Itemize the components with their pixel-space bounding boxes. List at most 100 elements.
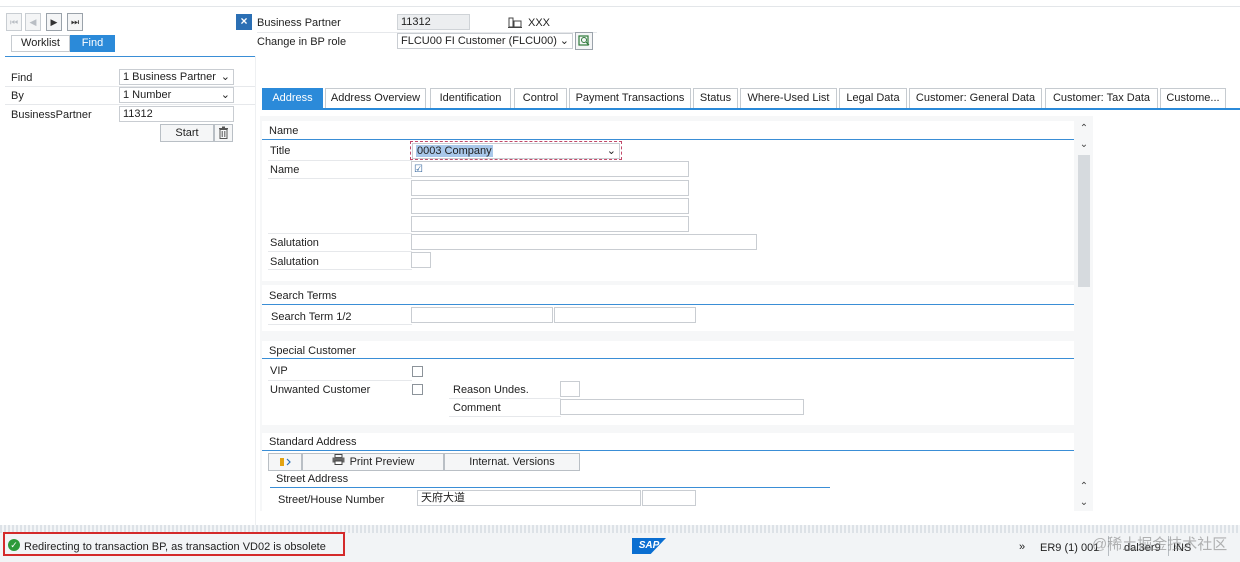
close-icon[interactable]: × — [236, 14, 252, 30]
bp-label: Business Partner — [257, 17, 341, 29]
row-divider — [268, 233, 412, 234]
unwanted-customer-label: Unwanted Customer — [270, 384, 371, 396]
search-terms-line — [262, 304, 1074, 305]
title-select[interactable]: 0003 Company ⌄ — [412, 143, 620, 159]
top-border — [0, 6, 1240, 7]
international-versions-button[interactable]: Internat. Versions — [444, 453, 580, 471]
success-icon: ✓ — [8, 539, 20, 551]
search-terms-title: Search Terms — [269, 290, 337, 302]
salutation2-field[interactable] — [411, 252, 431, 268]
tab-status[interactable]: Status — [693, 88, 738, 108]
tab-customer-general-data[interactable]: Customer: General Data — [909, 88, 1042, 108]
find-select-value: 1 Business Partner — [123, 71, 216, 83]
bp-search-input[interactable]: 11312 — [119, 106, 234, 122]
bp-role-value: FLCU00 FI Customer (FLCU00) ... — [401, 35, 570, 47]
tab-find[interactable]: Find — [70, 35, 115, 52]
name-field-1[interactable]: ☑ — [411, 161, 689, 177]
chevron-down-icon: ⌄ — [220, 89, 230, 101]
row-divider — [5, 104, 255, 105]
special-customer-line — [262, 358, 1074, 359]
chevron-down-icon: ⌄ — [606, 145, 616, 157]
name-field-3[interactable] — [411, 198, 689, 214]
pane-separator — [255, 56, 256, 526]
title-label: Title — [270, 145, 291, 157]
tab-address-overview[interactable]: Address Overview — [325, 88, 426, 108]
tab-customer-more[interactable]: Custome... — [1160, 88, 1226, 108]
row-divider — [268, 178, 412, 179]
trash-icon[interactable] — [214, 124, 233, 142]
tab-payment-transactions[interactable]: Payment Transactions — [569, 88, 691, 108]
tab-where-used-list[interactable]: Where-Used List — [740, 88, 837, 108]
tab-legal-data[interactable]: Legal Data — [839, 88, 907, 108]
scroll-down-small-button[interactable]: ⌄ — [1078, 497, 1090, 509]
street-address-line — [270, 487, 830, 488]
by-label: By — [11, 90, 24, 102]
row-divider — [268, 251, 412, 252]
row-divider — [449, 398, 561, 399]
by-select-value: 1 Number — [123, 89, 172, 101]
bp-number-field: 11312 — [397, 14, 470, 30]
tab-underline — [262, 108, 1240, 110]
name-field-2[interactable] — [411, 180, 689, 196]
organization-icon — [508, 15, 522, 31]
row-divider — [449, 416, 561, 417]
search-term-label: Search Term 1/2 — [271, 311, 352, 323]
name-section-line — [262, 139, 1074, 140]
row-divider — [268, 324, 412, 325]
comment-label: Comment — [453, 402, 501, 414]
street-address-title: Street Address — [276, 473, 349, 485]
first-record-button[interactable]: ⏮ — [6, 13, 22, 31]
edit-icon: ☑ — [414, 164, 423, 175]
name-label: Name — [270, 164, 300, 176]
street-field[interactable]: 天府大道 — [417, 490, 641, 506]
comment-field[interactable] — [560, 399, 804, 415]
tab-customer-tax-data[interactable]: Customer: Tax Data — [1045, 88, 1158, 108]
previous-record-button[interactable]: ◀ — [25, 13, 41, 31]
last-record-button[interactable]: ⏭ — [67, 13, 83, 31]
expand-status-icon[interactable]: » — [1019, 540, 1025, 554]
bp-role-label: Change in BP role — [257, 36, 347, 48]
org-name: XXX — [528, 17, 551, 29]
tab-identification[interactable]: Identification — [430, 88, 511, 108]
search-term-2-field[interactable] — [554, 307, 696, 323]
standard-address-title: Standard Address — [269, 436, 357, 448]
address-icon-button[interactable] — [268, 453, 302, 471]
scrollbar-thumb[interactable] — [1078, 155, 1090, 287]
name-field-4[interactable] — [411, 216, 689, 232]
start-button[interactable]: Start — [160, 124, 214, 142]
left-tab-underline — [5, 56, 255, 57]
row-divider — [268, 160, 412, 161]
scroll-up-button[interactable]: ⌃ — [1078, 123, 1090, 135]
tab-address[interactable]: Address — [262, 88, 323, 108]
tab-worklist[interactable]: Worklist — [11, 35, 70, 52]
house-number-field[interactable] — [642, 490, 696, 506]
chevron-down-icon: ⌄ — [557, 34, 569, 48]
bp-role-select[interactable]: FLCU00 FI Customer (FLCU00) ... ⌄ — [397, 33, 573, 49]
main-tab-bar: Address Address Overview Identification … — [262, 88, 1240, 108]
search-term-1-field[interactable] — [411, 307, 553, 323]
vip-checkbox[interactable] — [412, 366, 423, 377]
print-preview-button[interactable]: Print Preview — [302, 453, 444, 471]
salutation2-label: Salutation — [270, 256, 319, 268]
next-record-button[interactable]: ▶ — [46, 13, 62, 31]
system-info[interactable]: ER9 (1) 001 — [1040, 541, 1099, 555]
reason-undes-label: Reason Undes. — [453, 384, 529, 396]
title-select-value: 0003 Company — [416, 145, 493, 157]
scroll-up-small-button[interactable]: ⌃ — [1078, 481, 1090, 493]
switch-role-icon[interactable] — [575, 32, 593, 50]
reason-undes-field[interactable] — [560, 381, 580, 397]
unwanted-customer-checkbox[interactable] — [412, 384, 423, 395]
find-select[interactable]: 1 Business Partner ⌄ — [119, 69, 234, 85]
tab-control[interactable]: Control — [514, 88, 567, 108]
by-select[interactable]: 1 Number ⌄ — [119, 87, 234, 103]
status-message[interactable]: Redirecting to transaction BP, as transa… — [24, 540, 326, 554]
salutation-label: Salutation — [270, 237, 319, 249]
salutation-field[interactable] — [411, 234, 757, 250]
name-section-title: Name — [269, 125, 299, 137]
scroll-down-button[interactable]: ⌄ — [1078, 139, 1090, 151]
watermark: @稀土掘金技术社区 — [1092, 536, 1228, 553]
find-label: Find — [11, 72, 33, 84]
print-preview-label: Print Preview — [349, 456, 415, 468]
special-customer-title: Special Customer — [269, 345, 356, 357]
printer-icon — [332, 454, 345, 470]
